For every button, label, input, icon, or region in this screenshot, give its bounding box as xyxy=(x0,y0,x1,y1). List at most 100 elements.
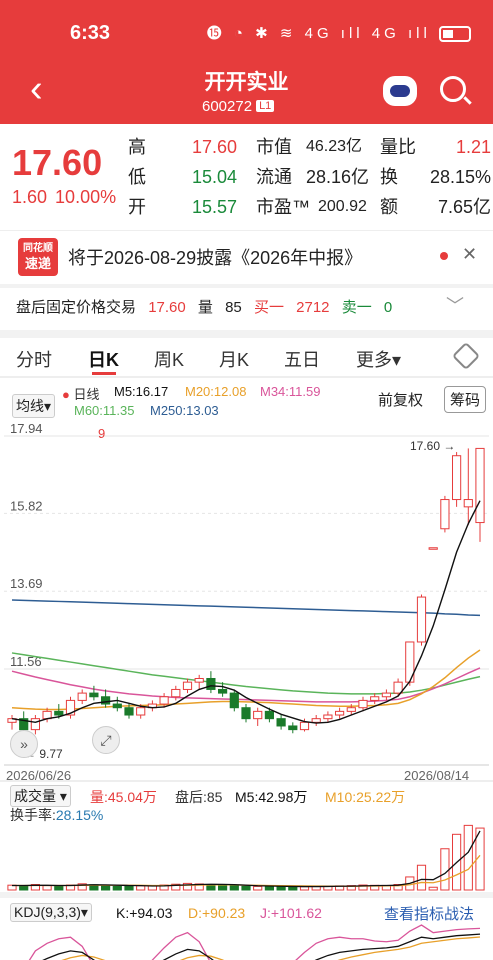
after-hours-label: 盘后固定价格交易 xyxy=(16,299,137,316)
quote-label-volratio: 量比 xyxy=(380,137,416,157)
tab-monthly-k[interactable]: 月K xyxy=(219,346,249,372)
level-badge: L1 xyxy=(256,100,275,112)
after-hours-row[interactable]: 盘后固定价格交易 17.60 量 85 买一 2712 卖一 0 xyxy=(16,296,400,317)
candle-body xyxy=(54,710,64,716)
ma34-label: M34:11.59 xyxy=(260,384,321,399)
volume-bar xyxy=(54,885,64,891)
volume-selector[interactable]: 成交量 ▾ xyxy=(10,785,71,807)
candle-body xyxy=(77,692,87,701)
ma-selector[interactable]: 均线▾ xyxy=(12,394,56,418)
notice-text[interactable]: 将于2026-08-29披露《2026年中报》 xyxy=(68,244,362,270)
volume-bar xyxy=(463,824,473,891)
ma20-label: M20:12.08 xyxy=(185,384,247,399)
ma250-line xyxy=(11,599,481,617)
quote-label-high: 高 xyxy=(128,137,146,157)
quote-labels-1: 高 低 开 xyxy=(128,132,146,222)
candlestick-chart[interactable]: 17.9415.8213.6911.5617.60 →← 9.7792026/0… xyxy=(0,420,493,785)
volume-bar xyxy=(253,885,263,891)
candle-body xyxy=(440,499,450,530)
status-icons-text: ⓯ ◔ ✱ ≋ 4G ıll 4G ıll xyxy=(206,25,431,42)
volume-bar xyxy=(101,885,111,891)
candle-body xyxy=(299,721,310,731)
quote-label-pe: 市盈™ xyxy=(256,197,310,217)
quote-values-3: 1.21 28.15% 7.65亿 xyxy=(430,132,491,222)
status-icons: ⓯ ◔ ✱ ≋ 4G ıll 4G ıll xyxy=(207,22,471,43)
kdj-d: D:+90.23 xyxy=(188,905,246,921)
chips-button[interactable]: 筹码 xyxy=(444,386,487,413)
quote-values-2: 46.23亿 28.16亿 200.92 xyxy=(306,132,369,222)
kdj-selector[interactable]: KDJ(9,3,3)▾ xyxy=(10,903,92,922)
quote-pe: 200.92 xyxy=(318,198,367,215)
y-tick-label: 15.82 xyxy=(10,498,43,513)
quote-high: 17.60 xyxy=(192,137,238,157)
after-hours-vol-label: 量 xyxy=(197,299,213,316)
volume-bar xyxy=(241,885,251,891)
sell1-label: 卖一 xyxy=(341,299,372,316)
daily-label-text: 日线 xyxy=(73,387,100,402)
candle-body xyxy=(346,707,356,712)
candle-body xyxy=(323,714,333,720)
stock-code-text: 600272 xyxy=(202,98,253,115)
volume-bar xyxy=(136,885,146,891)
ma5-label: M5:16.17 xyxy=(114,384,169,399)
volume-m5: M5:42.98万 xyxy=(235,789,308,805)
turnover-label-text: 换手率: xyxy=(10,807,56,823)
volume-chart[interactable] xyxy=(0,822,493,892)
afterhours-volume: 盘后:85 xyxy=(175,789,223,805)
quote-turnover: 28.15% xyxy=(429,167,491,187)
quote-volratio: 1.21 xyxy=(455,137,491,157)
tab-weekly-k[interactable]: 周K xyxy=(154,346,184,372)
tab-daily-k[interactable]: 日K xyxy=(88,346,119,372)
kdj-d-line xyxy=(61,936,481,960)
last-price: 17.60 xyxy=(12,142,103,183)
ma250-label: M250:13.03 xyxy=(150,403,219,418)
candle-body xyxy=(159,696,169,705)
volume-bar xyxy=(218,884,228,891)
unread-dot xyxy=(440,252,448,260)
chevron-down-icon[interactable]: ﹀ xyxy=(446,292,464,318)
after-hours-price: 17.60 xyxy=(148,299,186,316)
indicator-strategy-link[interactable]: 查看指标战法 xyxy=(384,903,474,924)
candle-body xyxy=(112,703,122,709)
quote-label-turnover: 换 xyxy=(380,167,398,187)
kdj-chart[interactable] xyxy=(0,922,493,960)
price-change: 1.60 10.00% xyxy=(12,187,124,208)
quote-amount: 7.65亿 xyxy=(437,197,491,217)
tab-more[interactable]: 更多▾ xyxy=(356,346,401,372)
candle-body xyxy=(218,688,228,694)
kdj-j: J:+101.62 xyxy=(260,905,322,921)
buy1-value: 2712 xyxy=(296,299,330,316)
daily-label: ● 日线 xyxy=(62,387,100,402)
volume-bar xyxy=(428,886,438,891)
volume-bar xyxy=(440,848,450,891)
logo-top-text: 同花顺 xyxy=(23,243,53,254)
turnover-value: 28.15% xyxy=(55,807,104,823)
shrink-icon[interactable]: » xyxy=(10,730,38,758)
assistant-robot-icon[interactable] xyxy=(383,76,417,106)
fullscreen-icon[interactable]: ⤢ xyxy=(92,726,120,754)
quote-mcap: 46.23亿 xyxy=(306,138,363,155)
tab-five-day[interactable]: 五日 xyxy=(284,346,320,372)
volume-bar xyxy=(288,886,298,891)
close-icon[interactable]: ✕ xyxy=(462,244,477,265)
candle-body xyxy=(428,547,438,550)
change-percent: 10.00% xyxy=(55,187,117,207)
volume-bar xyxy=(112,885,122,891)
candle-body xyxy=(206,677,216,690)
adjust-button[interactable]: 前复权 xyxy=(378,389,423,410)
kdj-k: K:+94.03 xyxy=(116,905,173,921)
battery-icon xyxy=(439,26,471,43)
event-marker: 9 xyxy=(98,426,105,441)
quote-float: 28.16亿 xyxy=(306,167,370,187)
candle-body xyxy=(358,699,368,709)
candle-body xyxy=(136,707,146,716)
candle-body xyxy=(182,681,193,690)
candle-body xyxy=(101,696,111,705)
volume-m10: M10:25.22万 xyxy=(325,789,406,805)
divider xyxy=(0,284,493,288)
candle-body xyxy=(335,710,345,716)
tab-intraday[interactable]: 分时 xyxy=(16,346,52,372)
search-icon[interactable] xyxy=(440,76,466,102)
change-value: 1.60 xyxy=(12,187,48,207)
stock-code: 600272 L1 xyxy=(202,98,275,115)
